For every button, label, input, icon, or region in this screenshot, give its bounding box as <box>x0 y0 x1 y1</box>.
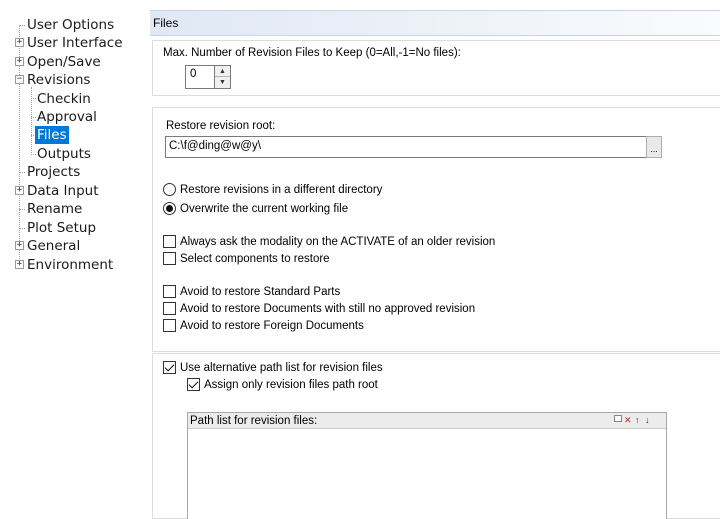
tree-item-label: Files <box>35 126 69 144</box>
tree-item-environment[interactable]: Environment <box>25 256 115 274</box>
checkbox-avoid-not-approved-label: Avoid to restore Documents with still no… <box>180 302 476 315</box>
tree-item-approval[interactable]: Approval <box>35 108 99 126</box>
expand-environment-icon[interactable]: + <box>15 260 24 269</box>
checkbox-assign-root-box[interactable] <box>187 378 200 391</box>
checkbox-always-ask-label: Always ask the modality on the ACTIVATE … <box>180 235 496 248</box>
restore-root-input[interactable]: C:\f@ding@w@y\ <box>165 136 647 158</box>
radio-overwrite-indicator[interactable] <box>163 202 176 215</box>
checkbox-avoid-standard-label: Avoid to restore Standard Parts <box>180 285 341 298</box>
down-arrow-icon[interactable]: ▼ <box>215 77 230 88</box>
radio-restore-different-dir[interactable]: Restore revisions in a different directo… <box>163 183 382 196</box>
tree-item-revisions[interactable]: Revisions <box>25 71 92 89</box>
checkbox-avoid-not-approved-box[interactable] <box>163 302 176 315</box>
tree-item-user-options[interactable]: User Options <box>25 16 116 34</box>
delete-icon[interactable]: ✕ <box>624 414 632 426</box>
radio-different-dir-indicator[interactable] <box>163 183 176 196</box>
tree-item-label: Projects <box>27 164 81 180</box>
tree-item-checkin[interactable]: Checkin <box>35 90 93 108</box>
checkbox-always-ask-box[interactable] <box>163 235 176 248</box>
tree-item-label: Outputs <box>37 146 91 162</box>
path-list-label: Path list for revision files: <box>190 415 318 427</box>
tree-item-label: General <box>27 238 81 254</box>
path-list-header: Path list for revision files: ✕ ↑ ↓ <box>188 413 666 429</box>
checkbox-avoid-foreign-label: Avoid to restore Foreign Documents <box>180 319 364 332</box>
checkbox-select-components-box[interactable] <box>163 252 176 265</box>
checkbox-select-components-label: Select components to restore <box>180 252 330 265</box>
tree-item-label: User Interface <box>27 35 123 51</box>
expand-open-save-icon[interactable]: + <box>15 57 24 66</box>
tree-item-label: User Options <box>27 17 115 33</box>
checkbox-avoid-foreign-box[interactable] <box>163 319 176 332</box>
tree-item-label: Approval <box>37 109 97 125</box>
up-arrow-icon[interactable]: ▲ <box>215 66 230 77</box>
tree-item-plot-setup[interactable]: Plot Setup <box>25 219 98 237</box>
path-list[interactable]: Path list for revision files: ✕ ↑ ↓ <box>187 412 667 519</box>
tree-item-label: Plot Setup <box>27 220 97 236</box>
checkbox-use-alt-path-label: Use alternative path list for revision f… <box>180 361 383 374</box>
checkbox-avoid-standard-parts[interactable]: Avoid to restore Standard Parts <box>163 285 340 298</box>
tree-item-open-save[interactable]: Open/Save <box>25 53 103 71</box>
tree-item-label: Revisions <box>27 72 91 88</box>
expand-general-icon[interactable]: + <box>15 241 24 250</box>
restore-options-group: Restore revision root: C:\f@ding@w@y\ ..… <box>152 107 720 352</box>
panel-title: Files <box>150 10 720 36</box>
checkbox-select-components[interactable]: Select components to restore <box>163 252 330 265</box>
tree-item-user-interface[interactable]: User Interface <box>25 34 125 52</box>
tree-item-outputs[interactable]: Outputs <box>35 145 93 163</box>
checkbox-avoid-foreign[interactable]: Avoid to restore Foreign Documents <box>163 319 364 332</box>
collapse-revisions-icon[interactable]: − <box>15 75 24 84</box>
tree-item-label: Open/Save <box>27 54 101 70</box>
tree-item-rename[interactable]: Rename <box>25 200 84 218</box>
checkbox-use-alt-path[interactable]: Use alternative path list for revision f… <box>163 361 383 374</box>
alternative-path-group: Use alternative path list for revision f… <box>152 353 720 519</box>
radio-overwrite-working-file[interactable]: Overwrite the current working file <box>163 202 348 215</box>
tree-item-label: Environment <box>27 257 114 273</box>
max-revisions-label: Max. Number of Revision Files to Keep (0… <box>163 47 461 59</box>
tree-item-files[interactable]: Files <box>35 126 69 144</box>
browse-button[interactable]: ... <box>646 136 662 158</box>
radio-overwrite-label: Overwrite the current working file <box>180 202 349 215</box>
tree-item-data-input[interactable]: Data Input <box>25 182 100 200</box>
max-revisions-group: Max. Number of Revision Files to Keep (0… <box>152 40 720 96</box>
move-up-icon[interactable]: ↑ <box>635 414 640 426</box>
checkbox-avoid-not-approved[interactable]: Avoid to restore Documents with still no… <box>163 302 475 315</box>
top-strip <box>0 0 720 10</box>
max-revisions-input[interactable]: 0 <box>185 65 215 89</box>
options-tree: + + − + + + User Options User Interface … <box>0 0 720 519</box>
checkbox-avoid-standard-box[interactable] <box>163 285 176 298</box>
new-icon[interactable] <box>614 415 622 422</box>
move-down-icon[interactable]: ↓ <box>645 414 650 426</box>
tree-item-label: Data Input <box>27 183 99 199</box>
expand-data-input-icon[interactable]: + <box>15 186 24 195</box>
checkbox-use-alt-path-box[interactable] <box>163 361 176 374</box>
expand-user-interface-icon[interactable]: + <box>15 38 24 47</box>
checkbox-always-ask[interactable]: Always ask the modality on the ACTIVATE … <box>163 235 495 248</box>
restore-root-label: Restore revision root: <box>166 120 276 132</box>
max-revisions-spinner[interactable]: ▲ ▼ <box>215 65 231 89</box>
checkbox-assign-root-label: Assign only revision files path root <box>204 378 378 391</box>
checkbox-assign-root[interactable]: Assign only revision files path root <box>187 378 378 391</box>
radio-different-dir-label: Restore revisions in a different directo… <box>180 183 383 196</box>
files-settings-panel: Files Max. Number of Revision Files to K… <box>150 10 720 519</box>
tree-item-label: Rename <box>27 201 83 217</box>
tree-item-label: Checkin <box>37 91 91 107</box>
tree-item-general[interactable]: General <box>25 237 82 255</box>
tree-item-projects[interactable]: Projects <box>25 163 82 181</box>
